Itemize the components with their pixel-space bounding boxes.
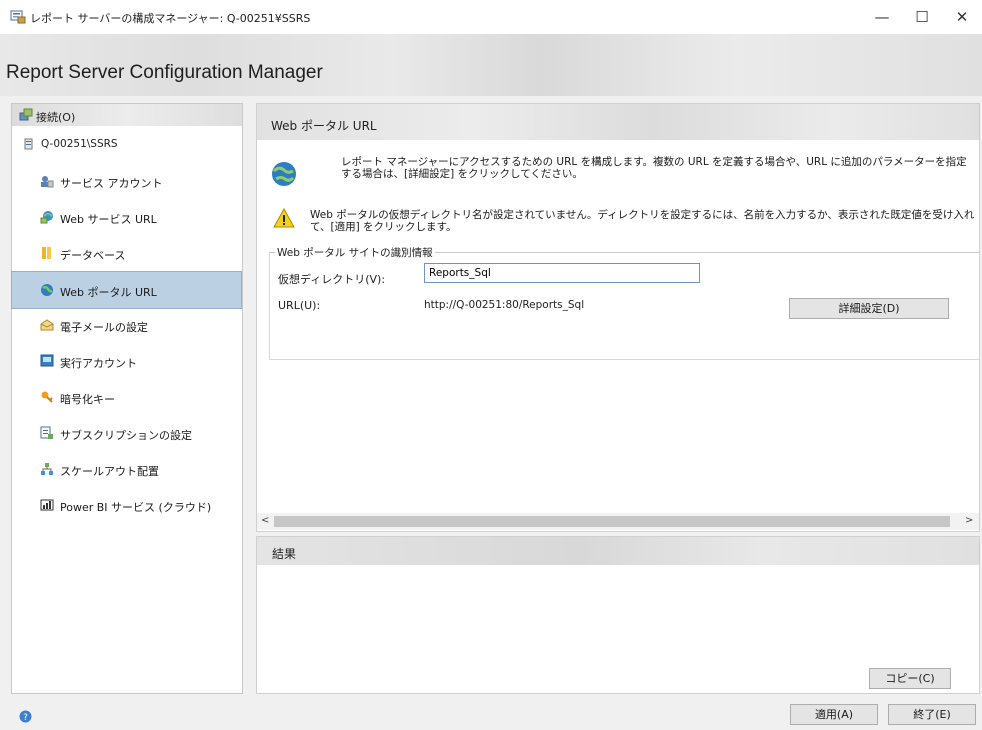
window-title: レポート サーバーの構成マネージャー: Q-00251¥SSRS [30,12,311,25]
exit-button[interactable]: 終了(E) [888,704,976,725]
virtual-directory-input[interactable] [424,263,700,283]
sidebar-item-label: サービス アカウント [60,177,163,190]
results-title: 結果 [272,547,297,561]
service-account-icon [41,176,54,188]
header-banner: Report Server Configuration Manager [0,34,982,96]
sidebar-item-subscription-settings[interactable]: サブスクリプションの設定 [12,415,241,451]
warning-line-1: Web ポータルの仮想ディレクトリ名が設定されていません。ディレクトリを設定する… [310,209,975,221]
close-button[interactable]: ✕ [942,0,982,34]
sidebar-item-database[interactable]: データベース [12,235,241,271]
sidebar-item-label: 実行アカウント [60,357,137,370]
warning-text: Web ポータルの仮想ディレクトリ名が設定されていません。ディレクトリを設定する… [310,209,979,233]
help-icon[interactable]: ? [19,710,32,723]
virtual-directory-label: 仮想ディレクトリ(V): [278,273,386,286]
sidebar-item-web-portal-url[interactable]: Web ポータル URL [11,271,242,309]
sidebar-item-label: 暗号化キー [60,393,115,406]
url-link[interactable]: http://Q-00251:80/Reports_Sql [424,299,584,311]
scroll-left-icon[interactable]: < [261,515,269,526]
sidebar-item-scale-out[interactable]: スケールアウト配置 [12,451,241,487]
intro-text: レポート マネージャーにアクセスするための URL を構成します。複数の URL… [341,156,967,180]
connect-icon [19,108,33,121]
web-service-icon [40,211,53,224]
maximize-button[interactable]: ☐ [902,0,942,34]
database-icon [42,247,51,259]
sidebar-item-label: 電子メールの設定 [60,321,148,334]
results-panel: 結果 コピー(C) [256,536,980,694]
subscription-icon [40,426,53,439]
copy-button[interactable]: コピー(C) [869,668,951,689]
sidebar-item-execution-account[interactable]: 実行アカウント [12,343,241,379]
sidebar: 接続(O) Q-00251\SSRS サービス アカウント Web サービス U… [11,103,243,694]
globe-icon [41,284,53,296]
sidebar-item-email-settings[interactable]: 電子メールの設定 [12,307,241,343]
url-label: URL(U): [278,299,321,312]
sidebar-item-service-account[interactable]: サービス アカウント [12,163,241,199]
key-icon [41,391,53,403]
svg-text:?: ? [23,713,28,723]
warning-icon [273,208,295,228]
server-icon [24,138,33,150]
scaleout-icon [41,463,53,475]
page-title: Web ポータル URL [271,119,377,133]
scroll-thumb[interactable] [274,516,950,527]
apply-button[interactable]: 適用(A) [790,704,878,725]
minimize-button[interactable]: — [862,0,902,34]
results-header: 結果 [257,537,979,565]
panel-header: Web ポータル URL [257,104,979,140]
warning-line-2: て、[適用] をクリックします。 [310,221,457,233]
email-icon [40,319,54,331]
group-label: Web ポータル サイトの識別情報 [275,245,435,260]
app-icon [10,10,26,24]
powerbi-icon [40,499,54,511]
connect-bar: 接続(O) [12,104,242,126]
sidebar-item-encryption-keys[interactable]: 暗号化キー [12,379,241,415]
globe-icon [272,162,296,186]
app-title: Report Server Configuration Manager [6,62,323,83]
sidebar-item-label: データベース [60,249,126,262]
scroll-right-icon[interactable]: > [965,515,973,526]
connect-button[interactable]: 接続(O) [36,109,75,125]
sidebar-item-label: Power BI サービス (クラウド) [60,501,212,514]
sidebar-item-label: Web サービス URL [60,213,157,226]
server-name: Q-00251\SSRS [41,138,118,150]
sidebar-item-power-bi[interactable]: Power BI サービス (クラウド) [12,487,241,523]
sidebar-item-label: Web ポータル URL [60,286,157,299]
sidebar-item-label: サブスクリプションの設定 [60,429,192,442]
sidebar-item-label: スケールアウト配置 [60,465,159,478]
execution-account-icon [40,354,54,367]
sidebar-item-web-service-url[interactable]: Web サービス URL [12,199,241,235]
horizontal-scrollbar[interactable]: < > [257,513,979,530]
advanced-button[interactable]: 詳細設定(D) [789,298,949,319]
main-panel: Web ポータル URL レポート マネージャーにアクセスするための URL を… [256,103,980,532]
